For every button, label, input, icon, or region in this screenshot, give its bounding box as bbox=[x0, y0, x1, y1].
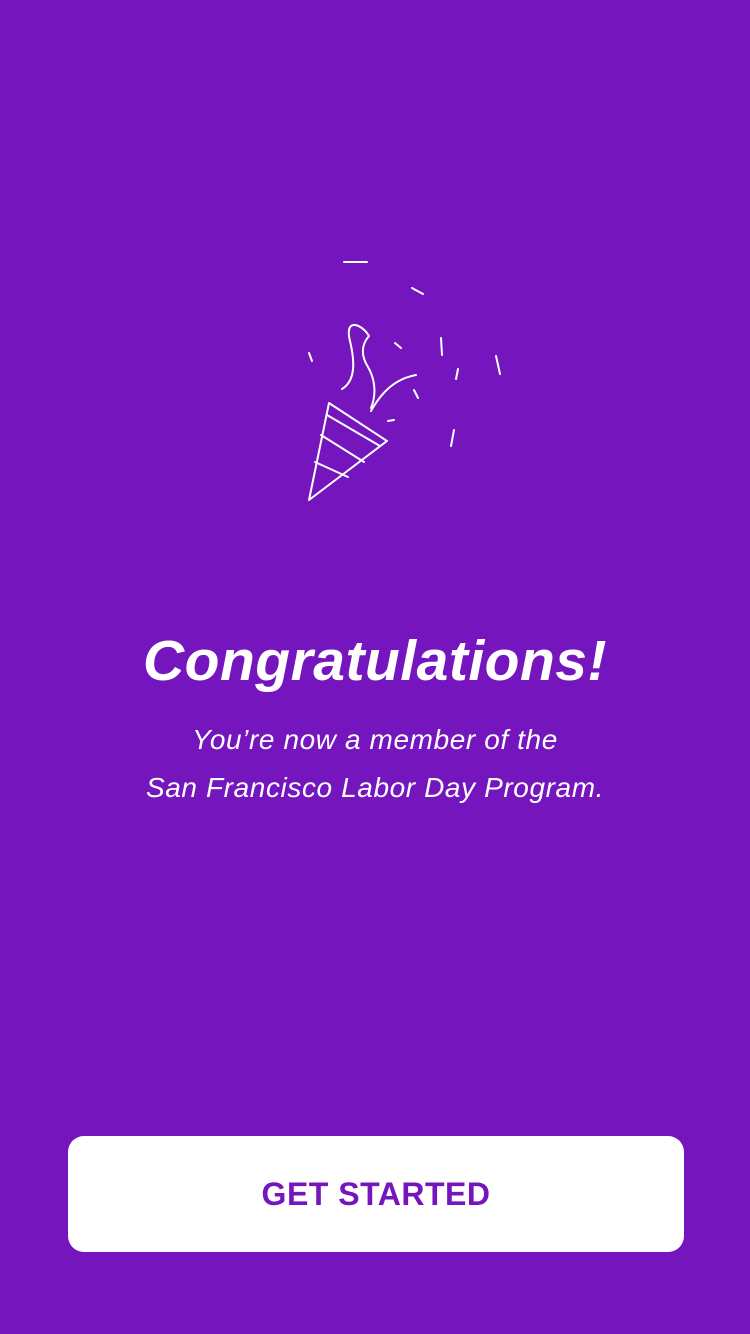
congratulations-screen: Congratulations! You’re now a member of … bbox=[0, 0, 750, 1334]
membership-message-line-2: San Francisco Labor Day Program. bbox=[145, 772, 605, 803]
membership-message: You’re now a member of the San Francisco… bbox=[0, 716, 750, 812]
get-started-button[interactable]: GET STARTED bbox=[68, 1136, 684, 1252]
party-popper-icon bbox=[290, 250, 520, 520]
page-title: Congratulations! bbox=[143, 629, 607, 693]
membership-message-line-1: You’re now a member of the bbox=[192, 724, 558, 755]
